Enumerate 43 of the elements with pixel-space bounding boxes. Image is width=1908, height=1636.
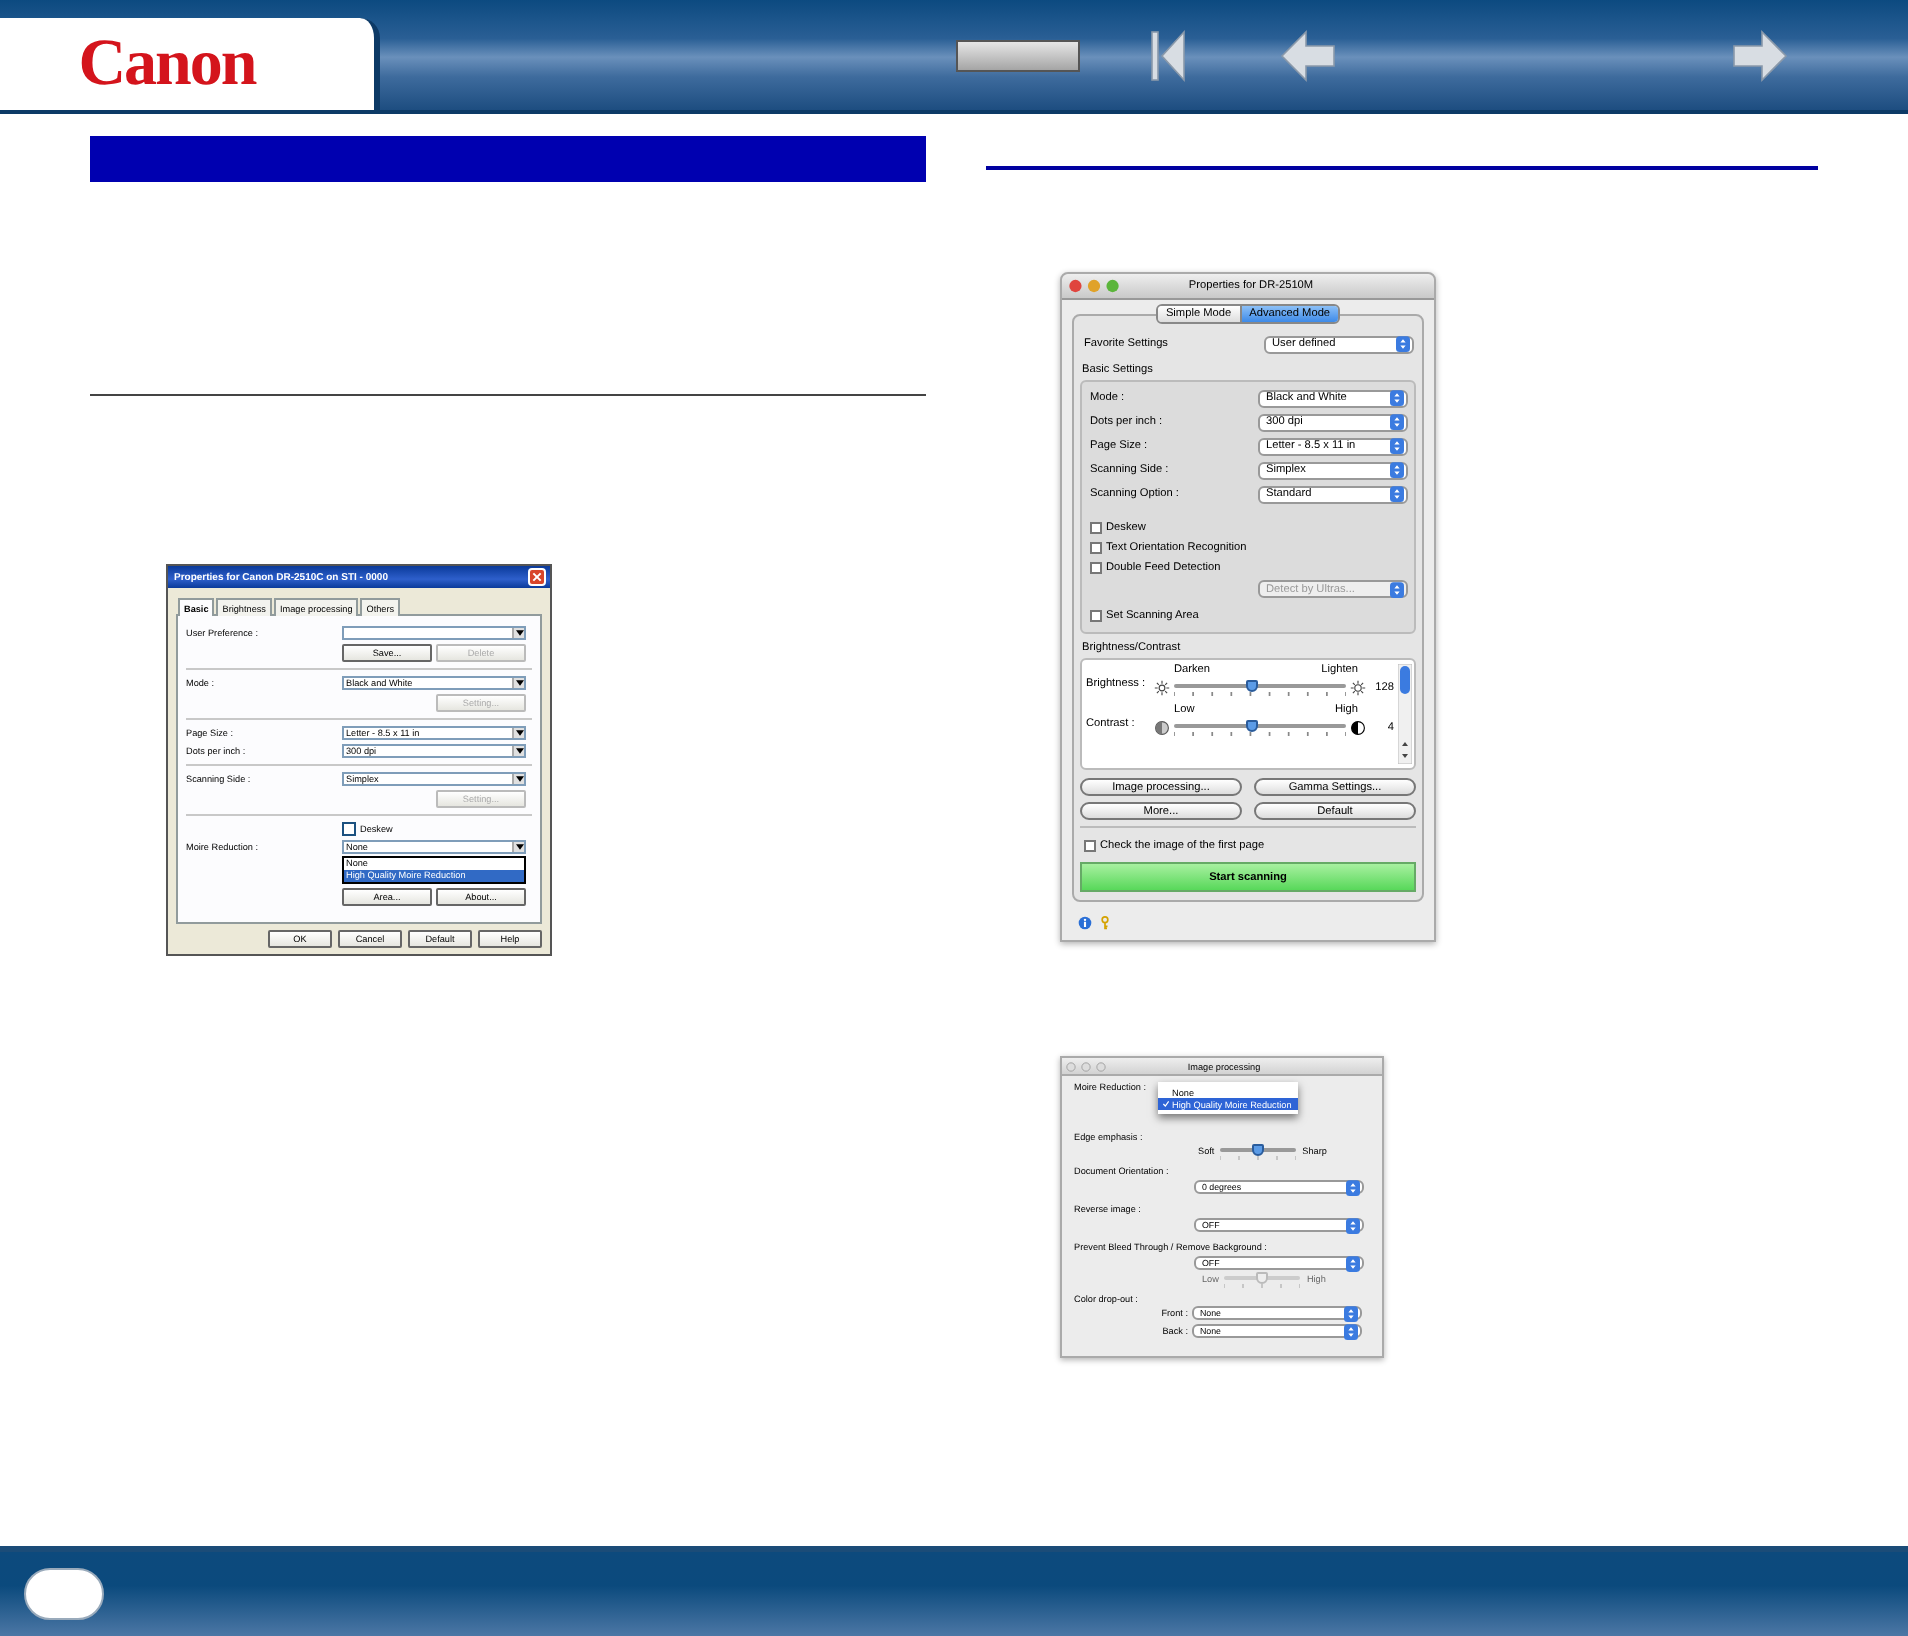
slider-track[interactable] xyxy=(1174,720,1346,736)
nav-button[interactable] xyxy=(956,39,1080,71)
dropdown[interactable] xyxy=(342,626,526,640)
stepper-icon xyxy=(1346,1217,1360,1233)
sun-icon xyxy=(1154,680,1170,696)
slider-thumb[interactable] xyxy=(1245,720,1258,732)
logo[interactable]: Canon xyxy=(78,27,296,101)
checkbox[interactable] xyxy=(342,822,356,836)
stepper-icon xyxy=(1390,390,1404,406)
sun-icon xyxy=(1350,680,1366,696)
checkbox[interactable] xyxy=(1090,562,1102,574)
back-arrow-icon[interactable] xyxy=(1280,29,1336,81)
checkbox[interactable] xyxy=(1090,542,1102,554)
page-number-badge xyxy=(24,1568,104,1620)
stepper-icon xyxy=(1346,1255,1360,1271)
stepper-icon xyxy=(1390,414,1404,430)
caret-icon xyxy=(515,630,523,636)
slider-track[interactable] xyxy=(1220,1143,1297,1159)
stepper-icon xyxy=(1390,581,1404,597)
caret-icon xyxy=(515,680,523,686)
close-button[interactable] xyxy=(528,568,546,586)
stepper-icon xyxy=(1390,438,1404,454)
slider-track[interactable] xyxy=(1174,680,1346,696)
stepper-icon xyxy=(1346,1179,1360,1195)
forward-arrow-icon[interactable] xyxy=(1732,29,1788,81)
caret-icon xyxy=(515,844,523,850)
checkbox[interactable] xyxy=(1090,522,1102,534)
stepper-icon xyxy=(1390,486,1404,502)
stepper-icon xyxy=(1390,462,1404,478)
caret-icon xyxy=(515,748,523,754)
scrollbar[interactable] xyxy=(1398,664,1412,764)
window-controls-icon[interactable] xyxy=(1068,278,1120,294)
caret-icon xyxy=(515,776,523,782)
stepper-icon xyxy=(1396,336,1410,352)
caret-icon xyxy=(515,730,523,736)
contrast-icon xyxy=(1350,720,1366,736)
checkbox[interactable] xyxy=(1084,839,1096,851)
checkbox[interactable] xyxy=(1090,610,1102,622)
slider-thumb[interactable] xyxy=(1252,1143,1265,1155)
info-icon[interactable] xyxy=(1078,916,1092,930)
slider-thumb[interactable] xyxy=(1245,680,1258,692)
first-page-icon[interactable] xyxy=(1150,27,1186,83)
contrast-icon xyxy=(1154,720,1170,736)
